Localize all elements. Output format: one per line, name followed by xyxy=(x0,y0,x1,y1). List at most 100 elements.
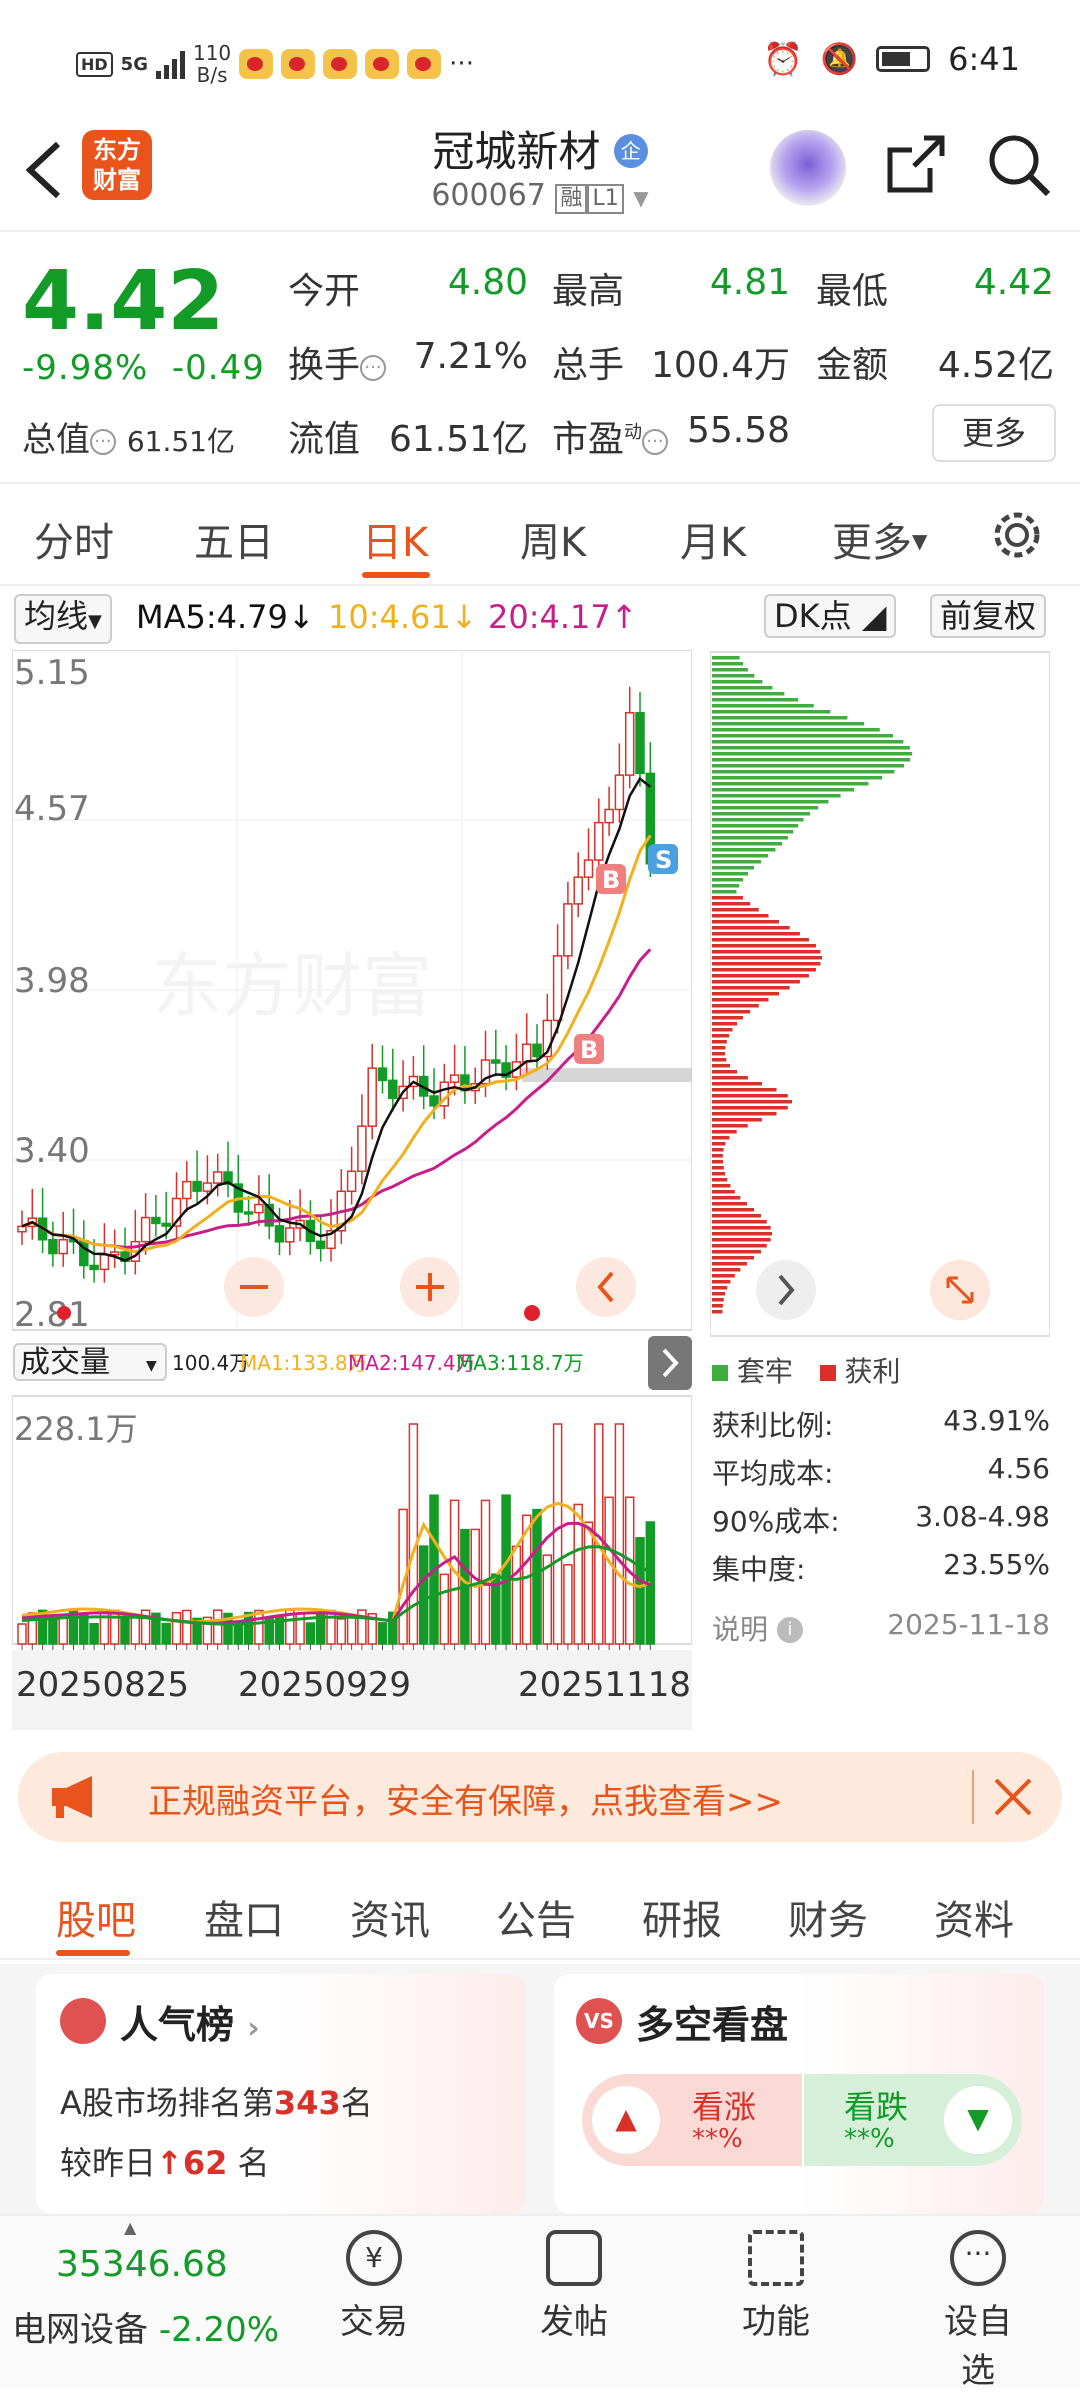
bearish-label: 看跌 xyxy=(844,2088,909,2126)
chip-bar xyxy=(712,788,855,792)
chip-bar xyxy=(712,1148,724,1152)
chip-distribution[interactable] xyxy=(709,650,1051,1340)
tab-intraday[interactable]: 分时 xyxy=(34,510,114,568)
volume-bar xyxy=(336,1618,347,1645)
functions-button[interactable]: 功能 xyxy=(726,2230,826,2343)
tab-monthly-k[interactable]: 月K xyxy=(680,510,746,568)
volume-bar xyxy=(17,1623,27,1645)
adjust-button[interactable]: 前复权 xyxy=(930,594,1047,638)
tab-announcements[interactable]: 公告 xyxy=(496,1888,576,1946)
price-axis-label: 4.57 xyxy=(14,789,90,829)
volume-bar xyxy=(212,1609,223,1645)
content-tabs: 股吧 盘口 资讯 公告 研报 财务 资料 xyxy=(0,1860,1080,1960)
more-button[interactable]: 更多 xyxy=(932,404,1056,462)
pe-field: 市盈动 ··· 55.58 xyxy=(552,410,790,460)
candle xyxy=(17,1225,27,1233)
close-icon[interactable] xyxy=(990,1774,1036,1820)
candle xyxy=(449,1074,460,1083)
kline-svg[interactable]: 东方财富 5.15 4.57 3.98 3.40 2.81 B B S 成交量 … xyxy=(11,649,693,1730)
chip-next-button[interactable] xyxy=(756,1260,816,1320)
active-tab-underline xyxy=(362,572,430,578)
indicator-selector[interactable]: 均线▼ xyxy=(14,594,112,644)
volume-bar xyxy=(130,1616,141,1645)
ai-assistant-icon[interactable] xyxy=(770,130,846,206)
chip-bar xyxy=(712,812,811,816)
promo-text[interactable]: 正规融资平台，安全有保障，点我查看>> xyxy=(148,1774,783,1823)
expand-indicators-button[interactable] xyxy=(648,1336,692,1390)
volume-bar xyxy=(233,1622,244,1645)
chip-bar xyxy=(712,1262,747,1266)
bullish-button[interactable]: ▲ 看涨 **% xyxy=(582,2074,802,2166)
tab-news[interactable]: 资讯 xyxy=(350,1888,430,1946)
bearish-button[interactable]: 看跌 **% ▼ xyxy=(804,2074,1022,2166)
signal-icon xyxy=(155,49,185,79)
settings-gear-icon[interactable] xyxy=(990,508,1044,562)
chip-bar xyxy=(712,1082,762,1086)
dk-point-button[interactable]: DK点 ◢ xyxy=(764,594,897,638)
chip-bar xyxy=(712,926,790,930)
zoom-in-button[interactable] xyxy=(400,1257,460,1317)
chip-bar xyxy=(712,1112,777,1116)
chip-expand-button[interactable] xyxy=(930,1260,990,1320)
watermark: 东方财富 xyxy=(152,947,432,1025)
chip-bar xyxy=(712,794,841,798)
volume-bar xyxy=(48,1617,58,1645)
chip-bar xyxy=(712,956,822,960)
chip-bar xyxy=(712,944,816,948)
candle xyxy=(99,1254,110,1271)
chip-note-row[interactable]: 说明 i 2025-11-18 xyxy=(712,1608,1050,1656)
candle xyxy=(346,1170,357,1193)
chevron-up-icon[interactable]: ▲ xyxy=(124,2218,136,2237)
chip-bar xyxy=(712,1184,731,1188)
promo-banner[interactable]: 正规融资平台，安全有保障，点我查看>> xyxy=(18,1752,1062,1842)
rank-line: A股市场排名第343名 xyxy=(60,2084,373,2122)
chip-stat-row: 90%成本: 3.08-4.98 xyxy=(712,1500,1050,1538)
chevron-down-icon: ▼ xyxy=(633,186,649,210)
candle xyxy=(202,1182,213,1192)
post-button[interactable]: 发帖 xyxy=(524,2230,624,2343)
tab-research[interactable]: 研报 xyxy=(642,1888,722,1946)
tab-profile[interactable]: 资料 xyxy=(934,1888,1014,1946)
chip-bar xyxy=(712,1004,759,1008)
chip-stat-row: 获利比例: 43.91% xyxy=(712,1404,1050,1442)
sector-info[interactable]: 电网设备 -2.20% xyxy=(12,2302,279,2351)
long-short-card[interactable]: VS 多空看盘 ▲ 看涨 **% 看跌 **% ▼ xyxy=(554,1974,1044,2214)
scroll-left-button[interactable] xyxy=(576,1257,636,1317)
svg-text:B: B xyxy=(580,1036,598,1064)
float-cap-field: 流值 61.51亿 xyxy=(288,419,528,460)
tab-more[interactable]: 更多▼ xyxy=(832,510,927,568)
volume-selector-label: 成交量 xyxy=(20,1345,110,1380)
popularity-card[interactable]: 人气榜 › A股市场排名第343名 较昨日↑62 名 xyxy=(36,1974,526,2214)
more-notifications: ··· xyxy=(449,49,474,79)
search-icon[interactable] xyxy=(986,132,1054,200)
tab-weekly-k[interactable]: 周K xyxy=(520,510,586,568)
candle xyxy=(594,821,604,861)
zoom-out-button[interactable] xyxy=(224,1257,284,1317)
turnover-field: 换手 ··· 7.21% xyxy=(288,336,528,386)
chip-bar xyxy=(712,968,816,972)
candle xyxy=(552,955,563,1022)
tab-financials[interactable]: 财务 xyxy=(788,1888,868,1946)
tab-five-day[interactable]: 五日 xyxy=(194,510,274,568)
share-icon[interactable] xyxy=(884,132,948,196)
candle xyxy=(212,1171,223,1184)
trade-button[interactable]: ¥ 交易 xyxy=(324,2230,424,2343)
index-value[interactable]: 35346.68 xyxy=(56,2244,228,2285)
chip-bar xyxy=(712,1154,723,1158)
tab-forum[interactable]: 股吧 xyxy=(56,1888,136,1946)
chip-bar xyxy=(712,884,740,888)
candle xyxy=(161,1222,171,1227)
more-circle-icon: ··· xyxy=(950,2230,1006,2286)
chip-bar xyxy=(712,1298,724,1302)
tab-orderbook[interactable]: 盘口 xyxy=(204,1888,284,1946)
bullish-value: **% xyxy=(692,2124,743,2154)
kline-chart[interactable]: 东方财富 5.15 4.57 3.98 3.40 2.81 B B S 成交量 … xyxy=(11,649,693,1730)
tab-daily-k[interactable]: 日K xyxy=(362,510,428,568)
volume-bar xyxy=(161,1622,171,1645)
weibo-icon xyxy=(407,49,442,79)
hd-indicator: HD xyxy=(76,51,113,77)
volume-bar xyxy=(480,1499,491,1645)
sell-marker: S xyxy=(648,844,678,874)
volume-bar xyxy=(511,1545,522,1645)
add-watchlist-button[interactable]: ··· 设自选 xyxy=(928,2230,1028,2392)
